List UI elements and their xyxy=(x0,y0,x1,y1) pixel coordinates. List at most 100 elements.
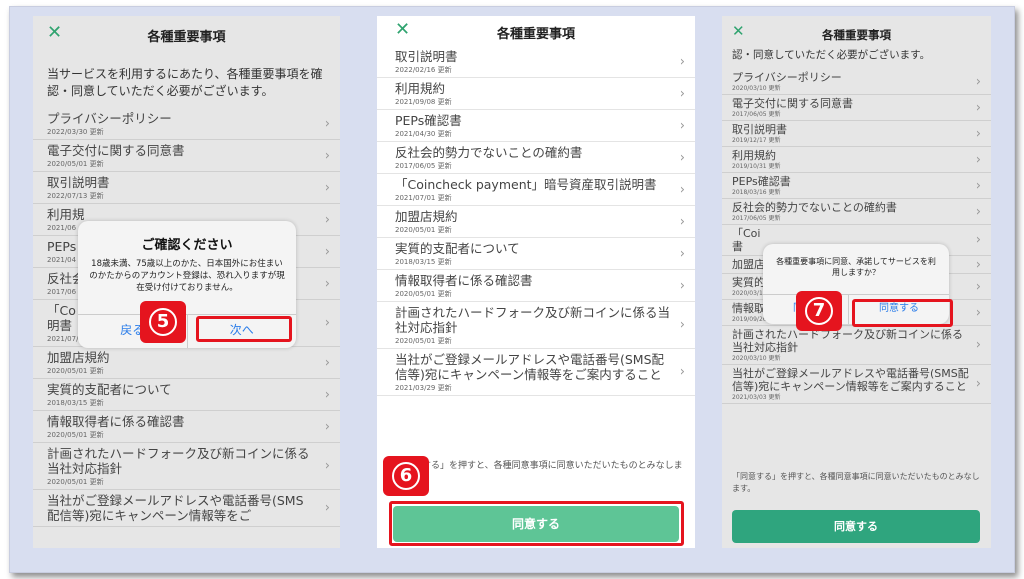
chevron-right-icon: › xyxy=(324,148,330,163)
chevron-right-icon: › xyxy=(679,246,685,261)
item-name: 加盟店規約 xyxy=(47,350,110,365)
item-name: 電子交付に関する同意書 xyxy=(732,97,853,110)
list-item[interactable]: 加盟店規約 2020/05/01 更新 › xyxy=(377,206,695,238)
screen-2: ✕ 各種重要事項 取引説明書 2022/02/16 更新 › 利用規約 2021/09/… xyxy=(377,16,695,548)
item-name: 当社がご登録メールアドレスや電話番号(SMS配信等)宛にキャンペーン情報等をご案… xyxy=(395,352,665,382)
list-item[interactable]: 情報取得者に係る確認書 2020/05/01 更新 › xyxy=(377,270,695,302)
list-item[interactable]: 利用規約 2019/10/31 更新 › xyxy=(722,147,991,173)
item-name: 計画されたハードフォーク及び新コインに係る当社対応指針 xyxy=(395,305,671,335)
page-title: 各種重要事項 xyxy=(822,28,891,42)
agree-button[interactable]: 同意する xyxy=(732,510,980,543)
step-badge-6: 6 xyxy=(383,456,429,496)
item-date: 2021/09/08 更新 xyxy=(395,98,452,106)
item-name: PEPs確認書 xyxy=(395,113,462,128)
list-item[interactable]: 計画されたハードフォーク及び新コインに係る当社対応指針 2020/05/01 更新… xyxy=(33,443,340,490)
header: ✕ 各種重要事項 xyxy=(722,16,991,50)
chevron-right-icon: › xyxy=(324,419,330,434)
item-name: 利用規 xyxy=(47,207,85,222)
list-item[interactable]: 「Coincheck payment」暗号資産取引説明書 2021/07/01 更… xyxy=(377,174,695,206)
chevron-right-icon: › xyxy=(975,126,981,141)
item-name: 当社がご登録メールアドレスや電話番号(SMS配信等)宛にキャンペーン情報等をご xyxy=(47,493,304,523)
header: ✕ 各種重要事項 xyxy=(33,16,340,50)
list-item[interactable]: 利用規約 2021/09/08 更新 › xyxy=(377,78,695,110)
list-item[interactable]: プライバシーポリシー 2022/03/30 更新 › xyxy=(33,108,340,140)
item-date: 2020/05/01 更新 xyxy=(47,431,104,439)
list-item[interactable]: PEPs確認書 2021/04/30 更新 › xyxy=(377,110,695,142)
step-badge-5: 5 xyxy=(140,301,186,343)
chevron-right-icon: › xyxy=(975,337,981,353)
item-name: 「Coincheck payment」暗号資産取引説明書 xyxy=(395,177,657,192)
chevron-right-icon: › xyxy=(975,74,981,89)
dialog-message: 各種重要事項に同意、承諾してサービスを利用しますか？ xyxy=(776,257,936,277)
chevron-right-icon: › xyxy=(679,317,685,333)
document-list: プライバシーポリシー 2020/03/10 更新 › 電子交付に関する同意書 2017/… xyxy=(722,69,991,404)
chevron-right-icon: › xyxy=(679,118,685,133)
item-date: 2020/05/01 更新 xyxy=(47,478,104,486)
item-date: 2018/03/15 更新 xyxy=(47,399,104,407)
item-name: プライバシーポリシー xyxy=(732,71,842,84)
list-item[interactable]: 情報取得者に係る確認書 2020/05/01 更新 › xyxy=(33,411,340,443)
list-item[interactable]: 反社会的勢力でないことの確約書 2017/06/05 更新 › xyxy=(377,142,695,174)
highlight-dialog-agree xyxy=(852,299,953,327)
chevron-right-icon: › xyxy=(324,355,330,370)
chevron-right-icon: › xyxy=(324,500,330,516)
item-name: 反社会的勢力でないことの確約書 xyxy=(395,145,583,160)
list-item[interactable]: 計画されたハードフォーク及び新コインに係る当社対応指針 2020/03/10 更新… xyxy=(722,326,991,365)
list-item[interactable]: 実質的支配者について 2018/03/15 更新 › xyxy=(377,238,695,270)
dialog-title: ご確認ください xyxy=(141,238,233,253)
chevron-right-icon: › xyxy=(324,315,330,331)
item-name: 取引説明書 xyxy=(47,175,110,190)
item-name: PEPs確認書 xyxy=(732,175,791,188)
item-name: 情報取得者に係る確認書 xyxy=(395,273,533,288)
screen-3: ✕ 各種重要事項 認・同意していただく必要がございます。 プライバシーポリシー 2… xyxy=(722,16,991,548)
item-date: 2018/03/16 更新 xyxy=(732,189,781,196)
list-item[interactable]: プライバシーポリシー 2020/03/10 更新 › xyxy=(722,69,991,95)
page-title: 各種重要事項 xyxy=(147,30,226,45)
item-date: 2020/05/01 更新 xyxy=(395,337,452,345)
item-name: 取引説明書 xyxy=(732,123,787,136)
page-title: 各種重要事項 xyxy=(496,27,575,42)
list-item[interactable]: 計画されたハードフォーク及び新コインに係る当社対応指針 2020/05/01 更新… xyxy=(377,302,695,349)
list-item[interactable]: 加盟店規約 2020/05/01 更新 › xyxy=(33,347,340,379)
header: ✕ 各種重要事項 xyxy=(377,16,695,50)
footnote: 「同意する」を押すと、各種同意事項に同意いただいたものとみなします。 xyxy=(395,461,683,484)
list-item[interactable]: 取引説明書 2022/07/13 更新 › xyxy=(33,172,340,204)
list-item[interactable]: 取引説明書 2022/02/16 更新 › xyxy=(377,46,695,78)
item-name: 当社がご登録メールアドレスや電話番号(SMS配信等)宛にキャンペーン情報等をご案… xyxy=(732,367,969,393)
chevron-right-icon: › xyxy=(975,204,981,219)
item-name: 反社会的勢力でないことの確約書 xyxy=(732,201,897,214)
list-item[interactable]: 反社会的勢力でないことの確約書 2017/06/05 更新 › xyxy=(722,199,991,225)
chevron-right-icon: › xyxy=(679,278,685,293)
document-list: 取引説明書 2022/02/16 更新 › 利用規約 2021/09/08 更新 › PEP… xyxy=(377,46,695,396)
item-name: 取引説明書 xyxy=(395,49,458,64)
list-item[interactable]: 当社がご登録メールアドレスや電話番号(SMS配信等)宛にキャンペーン情報等をご › xyxy=(33,490,340,527)
list-item[interactable]: 当社がご登録メールアドレスや電話番号(SMS配信等)宛にキャンペーン情報等をご案… xyxy=(722,365,991,404)
list-item[interactable]: 実質的支配者について 2018/03/15 更新 › xyxy=(33,379,340,411)
item-date: 2017/06/05 更新 xyxy=(732,215,781,222)
chevron-right-icon: › xyxy=(324,276,330,291)
item-date: 2022/03/30 更新 xyxy=(47,128,104,136)
list-item[interactable]: 電子交付に関する同意書 2020/05/01 更新 › xyxy=(33,140,340,172)
item-date: 2018/03/15 更新 xyxy=(395,258,452,266)
item-name: 「Coi xyxy=(732,227,761,240)
list-item[interactable]: PEPs確認書 2018/03/16 更新 › xyxy=(722,173,991,199)
chevron-right-icon: › xyxy=(324,458,330,474)
item-date: 2021/03/29 更新 xyxy=(395,384,452,392)
list-item[interactable]: 当社がご登録メールアドレスや電話番号(SMS配信等)宛にキャンペーン情報等をご案… xyxy=(377,349,695,396)
chevron-right-icon: › xyxy=(975,279,981,294)
item-date: 2020/05/01 更新 xyxy=(47,160,104,168)
chevron-right-icon: › xyxy=(975,257,981,272)
chevron-right-icon: › xyxy=(679,150,685,165)
item-name: 実質的支配者について xyxy=(47,382,172,397)
item-date: 2020/05/01 更新 xyxy=(47,367,104,375)
chevron-right-icon: › xyxy=(324,116,330,131)
list-item[interactable]: 電子交付に関する同意書 2017/06/05 更新 › xyxy=(722,95,991,121)
item-date: 2020/05/01 更新 xyxy=(395,226,452,234)
chevron-right-icon: › xyxy=(679,86,685,101)
list-item[interactable]: 取引説明書 2019/12/17 更新 › xyxy=(722,121,991,147)
item-date: 2022/02/16 更新 xyxy=(395,66,452,74)
chevron-right-icon: › xyxy=(975,376,981,392)
footnote: 「同意する」を押すと、各種同意事項に同意いただいたものとみなします。 xyxy=(732,472,980,493)
item-name: 加盟店規約 xyxy=(395,209,458,224)
item-name: 計画されたハードフォーク及び新コインに係る当社対応指針 xyxy=(47,446,310,476)
